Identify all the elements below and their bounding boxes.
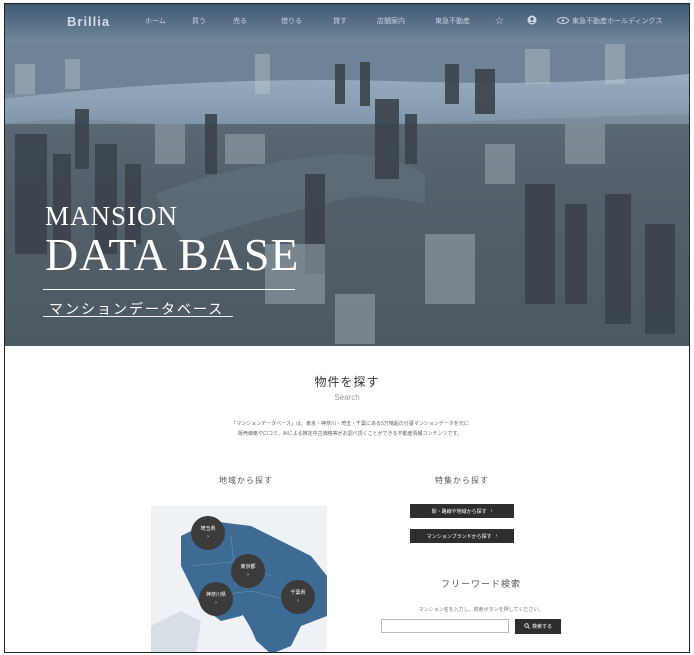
section-title: 物件を探す [314,375,380,389]
user-icon[interactable] [527,15,557,28]
region-saitama-label: 埼玉県 [200,526,216,532]
nav-item-tokyu[interactable]: 東急不動産 [435,16,495,26]
hero-title-line2: DATA BASE [45,229,300,280]
feature-button-brand-label: マンションブランドから探す [426,533,492,540]
region-chiba[interactable]: 千葉県 › [281,580,315,614]
feature-search-title: 特集から探す [435,476,489,485]
hero-banner: Brillia ホーム 買う 売る 借りる 貸す 店舗案内 東急不動産 ☆ 東急… [5,4,689,346]
search-icon [524,622,530,631]
nav-item-rent[interactable]: 借りる [281,16,333,26]
brand-logo[interactable]: Brillia [67,14,145,29]
nav-item-buy[interactable]: 買う [192,16,233,26]
chevron-right-icon: › [297,598,299,604]
hero-title-line1: MANSION [45,201,179,231]
region-chiba-label: 千葉県 [290,590,306,596]
chevron-right-icon: › [207,534,209,540]
freeword-title: フリーワード検索 [440,579,521,589]
chevron-right-icon: › [215,600,217,606]
star-icon[interactable]: ☆ [495,16,527,27]
tokyu-group-label: 東急不動産ホールディングス [572,18,663,25]
freeword-search-label: 検索する [531,624,552,630]
nav-item-home[interactable]: ホーム [145,16,192,26]
freeword-search-button[interactable]: 検索する [515,619,561,634]
intro-line-1: 「マンションデータベース」は、東京・神奈川・埼玉・千葉にある5万棟超の分譲マンシ… [231,421,469,427]
region-map: 埼玉県 › 東京都 › 神奈川県 › 千葉県 › [151,506,327,652]
nav-item-lease[interactable]: 貸す [333,16,377,26]
feature-button-brand[interactable]: マンションブランドから探す › [410,529,514,543]
chevron-right-icon: › [490,508,493,514]
feature-button-station[interactable]: 駅・路線や地域から探す › [410,504,514,518]
nav-item-sell[interactable]: 売る [233,16,281,26]
hero-divider [43,289,295,290]
chevron-right-icon: › [495,533,498,539]
area-search-title: 地域から探す [219,476,273,485]
intro-text: 「マンションデータベース」は、東京・神奈川・埼玉・千葉にある5万棟超の分譲マンシ… [185,419,515,439]
region-kanagawa-label: 神奈川県 [205,592,226,598]
section-subtitle: Search [334,393,360,402]
region-saitama[interactable]: 埼玉県 › [191,516,225,550]
hero-title: MANSION DATA BASE [45,202,300,278]
page-frame: Brillia ホーム 買う 売る 借りる 貸す 店舗案内 東急不動産 ☆ 東急… [4,3,690,653]
city-skyline-image [5,4,689,346]
top-navigation: Brillia ホーム 買う 売る 借りる 貸す 店舗案内 東急不動産 ☆ 東急… [5,4,689,38]
tokyu-logo-icon [557,16,569,26]
freeword-hint: マンション名を入力し、検索ボタンを押してください。 [418,607,544,613]
freeword-input[interactable] [381,619,509,633]
region-tokyo-label: 東京都 [240,564,256,570]
tokyu-group-link[interactable]: 東急不動産ホールディングス [557,16,663,26]
region-kanagawa[interactable]: 神奈川県 › [199,582,233,616]
nav-item-store[interactable]: 店舗案内 [377,16,435,26]
intro-line-2: 販売価格や口コミ、AIによる推定中古価格等がお調べ頂くことができる不動産情報コン… [238,431,462,437]
region-tokyo[interactable]: 東京都 › [231,554,265,588]
feature-button-station-label: 駅・路線や地域から探す [431,508,487,515]
hero-subtitle-underline [43,316,233,317]
chevron-right-icon: › [247,572,249,578]
